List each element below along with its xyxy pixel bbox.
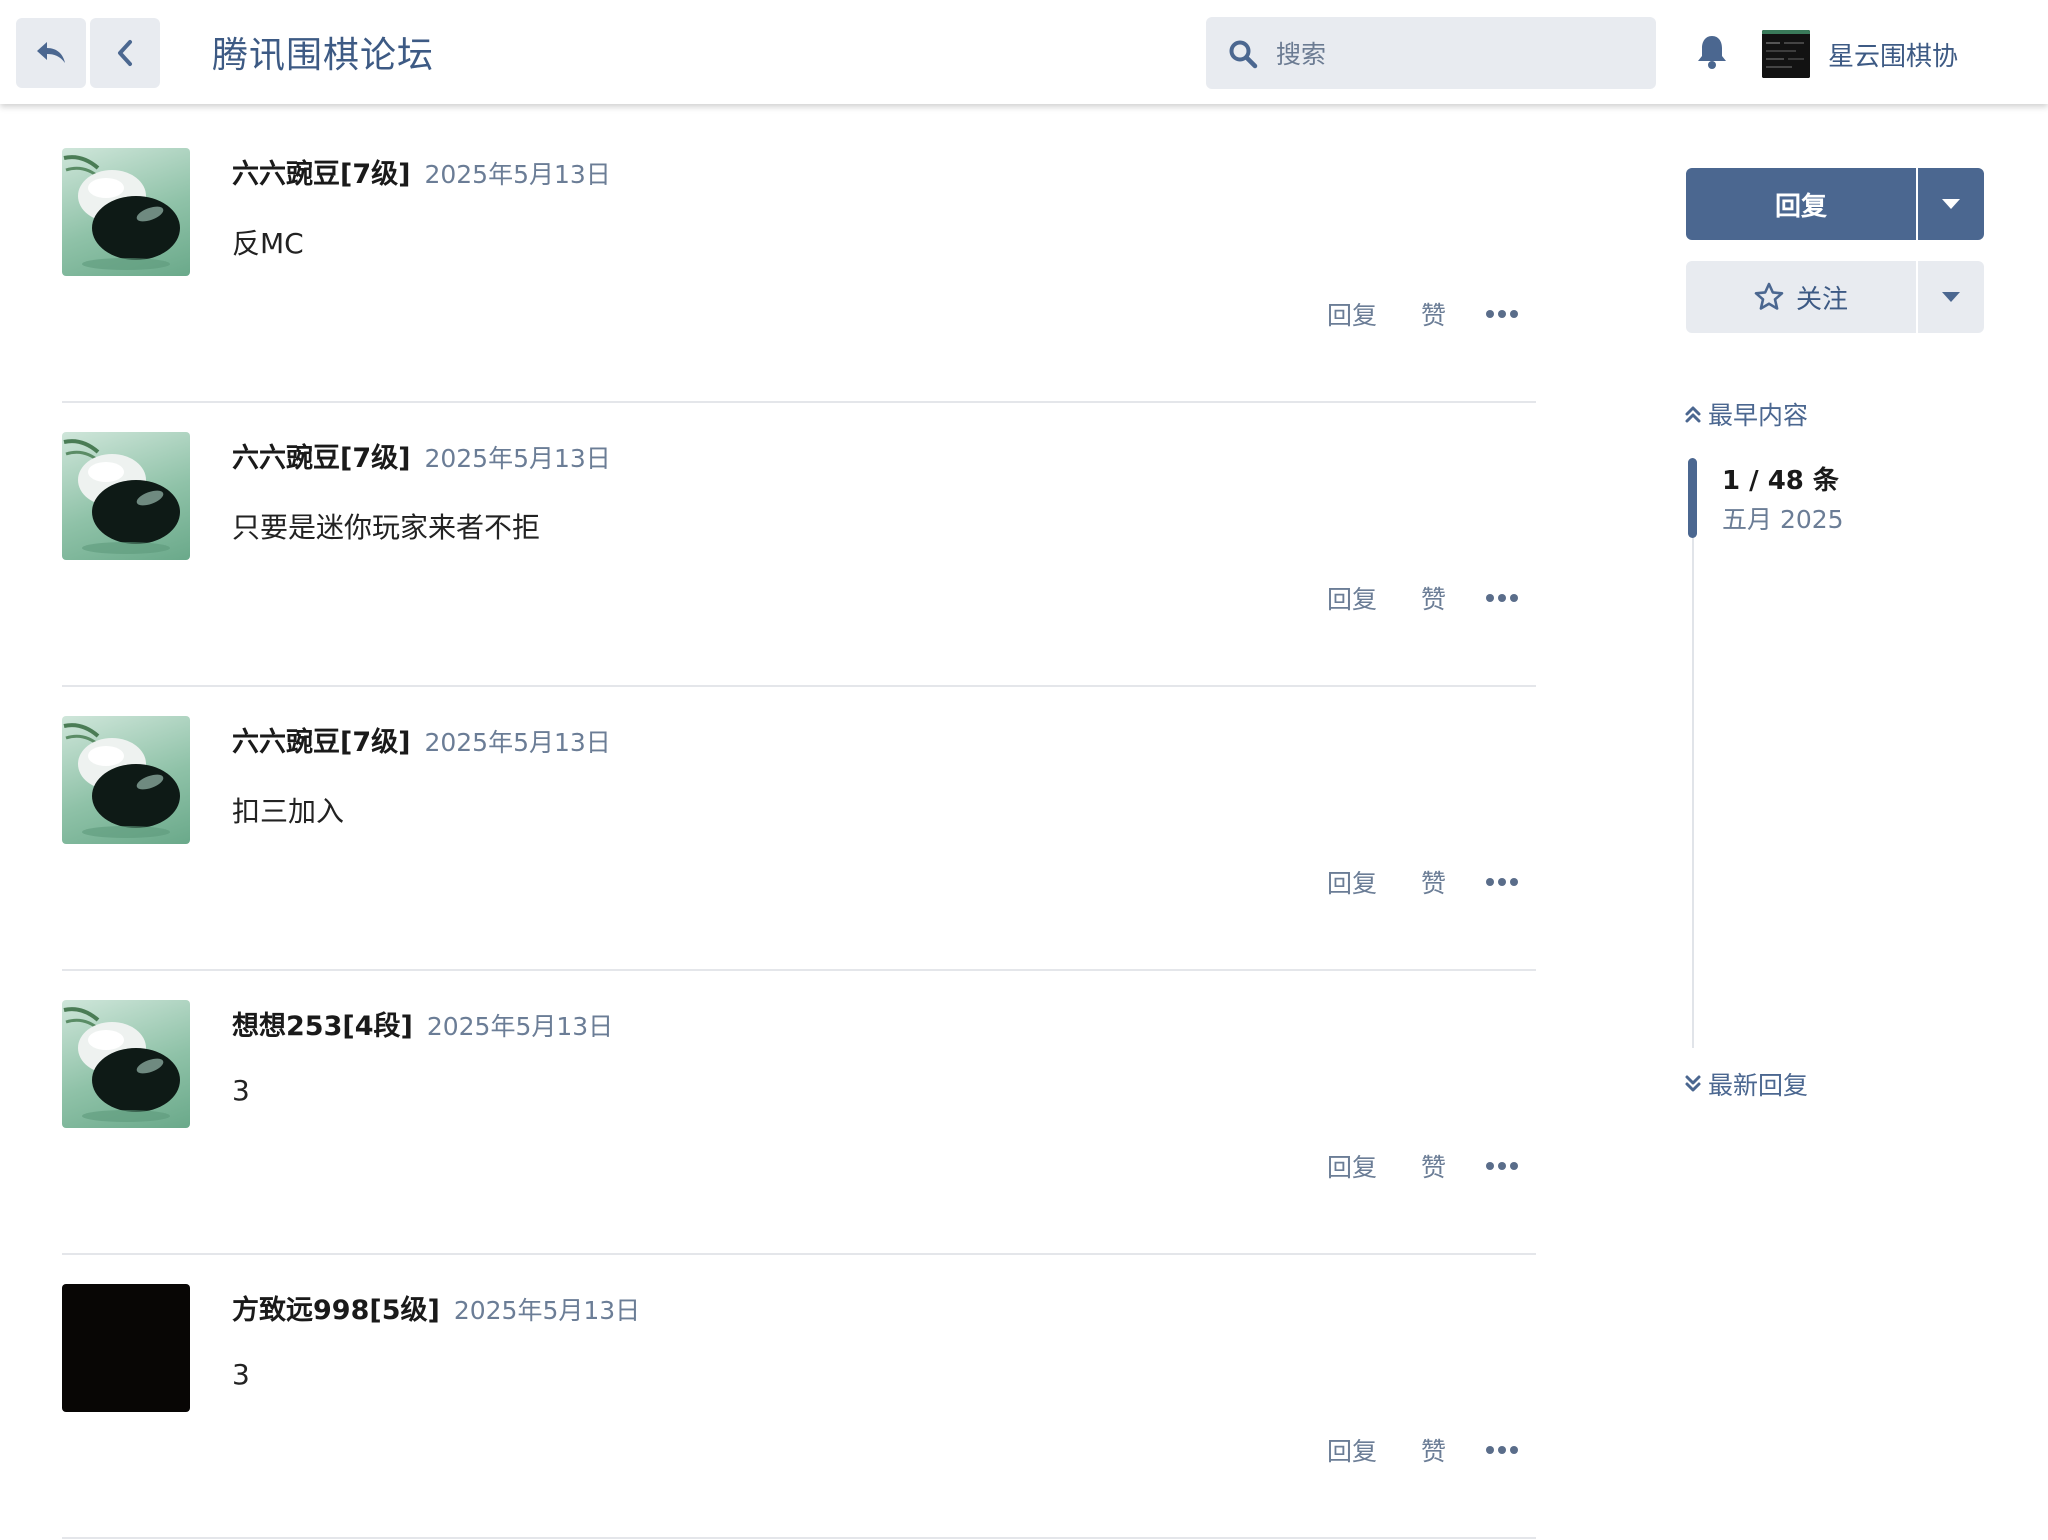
double-chevron-up-icon bbox=[1685, 406, 1701, 423]
go-stones-avatar-image bbox=[63, 1007, 180, 1122]
follow-options-button[interactable] bbox=[1918, 261, 1984, 333]
user-avatar-image bbox=[1762, 30, 1810, 78]
post-author[interactable]: 想想253[4段] bbox=[232, 1011, 413, 1042]
post-date[interactable]: 2025年5月13日 bbox=[424, 160, 610, 189]
timeline-earliest-label: 最早内容 bbox=[1708, 401, 1809, 430]
author-avatar[interactable] bbox=[62, 148, 190, 276]
author-avatar[interactable] bbox=[62, 1000, 190, 1128]
post-like-button[interactable]: 赞 bbox=[1421, 1148, 1446, 1184]
more-options-icon[interactable] bbox=[1486, 306, 1518, 322]
reply-options-button[interactable] bbox=[1918, 168, 1984, 240]
reply-arrow-icon bbox=[37, 42, 65, 63]
caret-down-icon bbox=[1942, 199, 1960, 209]
user-avatar[interactable] bbox=[1762, 30, 1810, 78]
back-reply-button[interactable] bbox=[16, 18, 86, 88]
post-item: 方致远998[5级] 2025年5月13日 3 回复 赞 bbox=[62, 1256, 1536, 1539]
post-date[interactable]: 2025年5月13日 bbox=[424, 444, 610, 473]
timeline-latest-label: 最新回复 bbox=[1708, 1071, 1809, 1100]
author-avatar[interactable] bbox=[62, 716, 190, 844]
post-content: 3 bbox=[232, 1358, 250, 1391]
timeline-handle[interactable] bbox=[1688, 458, 1697, 538]
post-like-button[interactable]: 赞 bbox=[1421, 864, 1446, 900]
post-author[interactable]: 六六豌豆[7级] bbox=[232, 443, 410, 474]
timeline-latest-link[interactable]: 最新回复 bbox=[1684, 1066, 1808, 1102]
search-box[interactable] bbox=[1206, 17, 1656, 91]
post-date[interactable]: 2025年5月13日 bbox=[424, 728, 610, 757]
post-like-button[interactable]: 赞 bbox=[1421, 1432, 1446, 1468]
top-header: 腾讯围棋论坛 星云围棋协 bbox=[0, 0, 2048, 104]
post-content: 反MC bbox=[232, 227, 304, 260]
author-avatar[interactable] bbox=[62, 432, 190, 560]
post-content: 3 bbox=[232, 1074, 250, 1107]
post-like-button[interactable]: 赞 bbox=[1421, 296, 1446, 332]
post-author[interactable]: 六六豌豆[7级] bbox=[232, 727, 410, 758]
post-list: 六六豌豆[7级] 2025年5月13日 反MC 回复 赞 六六豌豆[7级] 2025… bbox=[62, 120, 1536, 1540]
post-item: 六六豌豆[7级] 2025年5月13日 只要是迷你玩家来者不拒 回复 赞 bbox=[62, 404, 1536, 687]
timeline-earliest-link[interactable]: 最早内容 bbox=[1684, 396, 1808, 432]
timeline-position: 1 / 48 条 bbox=[1722, 466, 1839, 496]
post-content: 只要是迷你玩家来者不拒 bbox=[232, 511, 541, 544]
site-title[interactable]: 腾讯围棋论坛 bbox=[212, 26, 434, 78]
bell-icon[interactable] bbox=[1696, 34, 1728, 70]
post-date[interactable]: 2025年5月13日 bbox=[454, 1296, 640, 1325]
double-chevron-down-icon bbox=[1685, 1075, 1701, 1092]
go-stones-avatar-image bbox=[63, 155, 180, 270]
post-reply-button[interactable]: 回复 bbox=[1327, 1432, 1377, 1468]
post-reply-button[interactable]: 回复 bbox=[1327, 296, 1377, 332]
follow-button[interactable]: 关注 bbox=[1686, 261, 1916, 333]
post-author[interactable]: 六六豌豆[7级] bbox=[232, 159, 410, 190]
post-date[interactable]: 2025年5月13日 bbox=[427, 1012, 613, 1041]
post-reply-button[interactable]: 回复 bbox=[1327, 864, 1377, 900]
post-reply-button[interactable]: 回复 bbox=[1327, 1148, 1377, 1184]
more-options-icon[interactable] bbox=[1486, 590, 1518, 606]
go-stones-avatar-image bbox=[63, 439, 180, 554]
search-input[interactable] bbox=[1274, 17, 1638, 91]
timeline-date: 五月 2025 bbox=[1722, 505, 1844, 534]
timeline-track[interactable] bbox=[1692, 458, 1694, 1048]
more-options-icon[interactable] bbox=[1486, 1442, 1518, 1458]
more-options-icon[interactable] bbox=[1486, 1158, 1518, 1174]
back-button[interactable] bbox=[90, 18, 160, 88]
post-item: 六六豌豆[7级] 2025年5月13日 反MC 回复 赞 bbox=[62, 120, 1536, 403]
follow-label: 关注 bbox=[1795, 284, 1848, 315]
star-icon bbox=[1754, 282, 1784, 310]
search-icon bbox=[1229, 40, 1258, 69]
author-avatar[interactable] bbox=[62, 1284, 190, 1412]
reply-button[interactable]: 回复 bbox=[1686, 168, 1916, 240]
go-stones-avatar-image bbox=[63, 723, 180, 838]
chevron-left-icon bbox=[118, 40, 132, 66]
more-options-icon[interactable] bbox=[1486, 874, 1518, 890]
post-reply-button[interactable]: 回复 bbox=[1327, 580, 1377, 616]
post-like-button[interactable]: 赞 bbox=[1421, 580, 1446, 616]
post-item: 想想253[4段] 2025年5月13日 3 回复 赞 bbox=[62, 972, 1536, 1255]
post-item: 六六豌豆[7级] 2025年5月13日 扣三加入 回复 赞 bbox=[62, 688, 1536, 971]
post-content: 扣三加入 bbox=[232, 795, 345, 828]
caret-down-icon bbox=[1942, 292, 1960, 302]
user-name[interactable]: 星云围棋协 bbox=[1828, 36, 1958, 73]
post-author[interactable]: 方致远998[5级] bbox=[232, 1295, 440, 1326]
